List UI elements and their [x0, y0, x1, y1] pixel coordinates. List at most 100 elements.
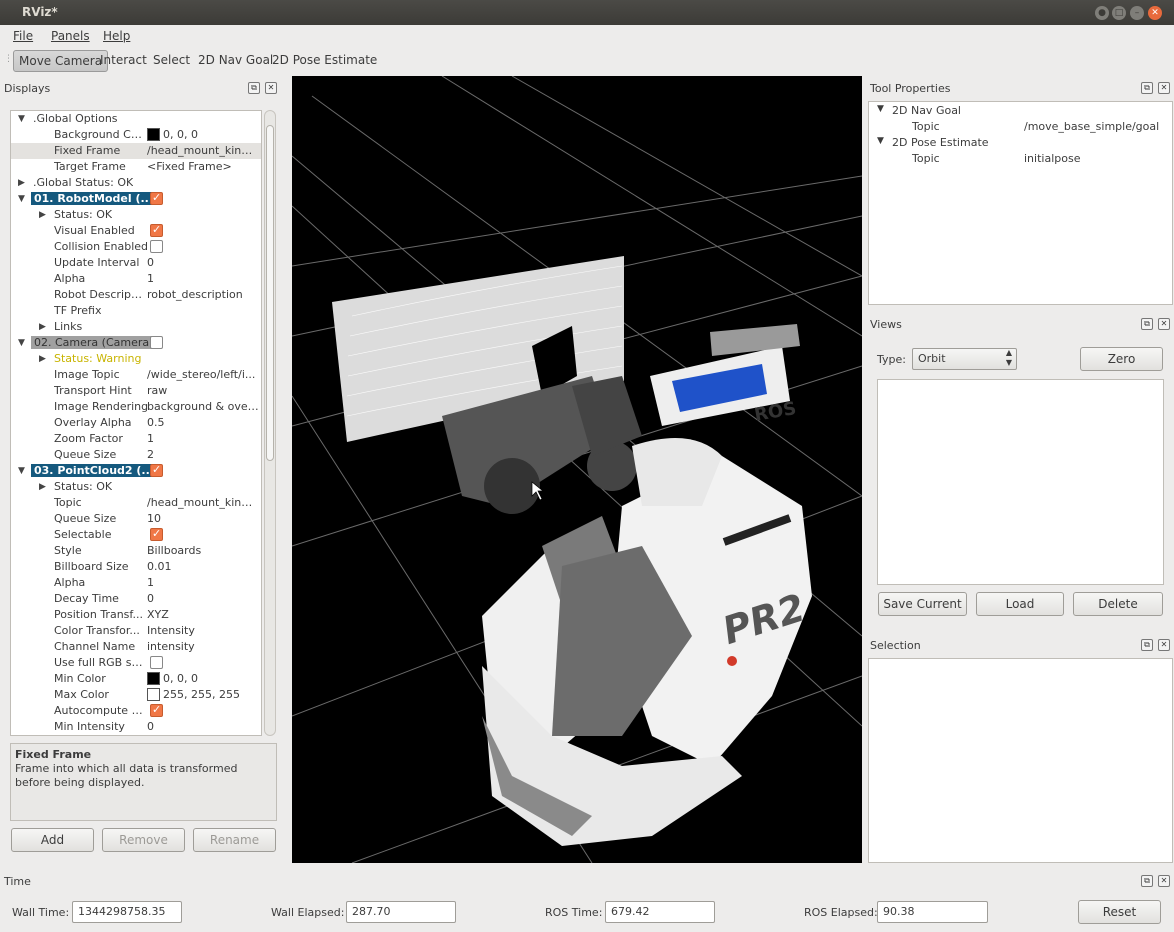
collision-enabled-checkbox[interactable]: [150, 239, 163, 253]
zero-button[interactable]: Zero: [1080, 347, 1163, 371]
tree-row[interactable]: Background Co... 0, 0, 0: [11, 127, 261, 143]
ros-time-field[interactable]: 679.42: [605, 901, 715, 923]
tree-row[interactable]: Queue Size 2: [11, 447, 261, 463]
tool-prop-value[interactable]: /move_base_simple/goal: [1024, 120, 1159, 133]
menu-file[interactable]: File: [13, 29, 33, 43]
tree-row[interactable]: ▼ 03. PointCloud2 (...: [11, 463, 261, 479]
tree-row[interactable]: Min Color 0, 0, 0: [11, 671, 261, 687]
wall-time-field[interactable]: 1344298758.35: [72, 901, 182, 923]
use-full-rgb-checkbox[interactable]: [150, 655, 163, 669]
tree-row[interactable]: ▶ Status: Warning: [11, 351, 261, 367]
tree-row[interactable]: Max Color 255, 255, 255: [11, 687, 261, 703]
tree-row[interactable]: Position Transf... XYZ: [11, 607, 261, 623]
toolbar-grip-icon[interactable]: ⋮: [4, 54, 13, 64]
tree-row[interactable]: Decay Time 0: [11, 591, 261, 607]
tree-row[interactable]: ▼ .Global Options: [11, 111, 261, 127]
tree-row[interactable]: Alpha 1: [11, 575, 261, 591]
tree-row[interactable]: Billboard Size 0.01: [11, 559, 261, 575]
scrollbar-thumb[interactable]: [266, 125, 274, 461]
2d-pose-estimate-button[interactable]: 2D Pose Estimate: [267, 50, 382, 72]
undock-icon[interactable]: ⧉: [1141, 318, 1153, 330]
wall-elapsed-field[interactable]: 287.70: [346, 901, 456, 923]
tree-row[interactable]: Alpha 1: [11, 271, 261, 287]
time-panel-title: Time: [4, 875, 31, 888]
property-description: Fixed Frame Frame into which all data is…: [10, 743, 277, 821]
close-icon[interactable]: ✕: [1148, 6, 1162, 20]
save-current-button[interactable]: Save Current: [878, 592, 967, 616]
tree-row[interactable]: Style Billboards: [11, 543, 261, 559]
tree-row[interactable]: Selectable: [11, 527, 261, 543]
expand-arrow-icon[interactable]: ▼: [877, 104, 884, 114]
robotmodel-enabled-checkbox[interactable]: [150, 191, 163, 206]
move-camera-button[interactable]: Move Camera: [13, 50, 109, 72]
expand-arrow-icon[interactable]: ▼: [877, 136, 884, 146]
load-button[interactable]: Load: [976, 592, 1064, 616]
minimize-icon[interactable]: –: [1130, 6, 1144, 20]
menu-panels[interactable]: Panels: [51, 29, 90, 43]
tree-row[interactable]: Channel Name intensity: [11, 639, 261, 655]
tree-row[interactable]: Target Frame <Fixed Frame>: [11, 159, 261, 175]
camera-enabled-checkbox[interactable]: [150, 335, 163, 349]
menu-help[interactable]: Help: [103, 29, 130, 43]
displays-tree[interactable]: ▼ .Global Options Background Co... 0, 0, 0…: [10, 110, 262, 736]
undock-icon[interactable]: ⧉: [248, 82, 260, 94]
color-swatch[interactable]: [147, 127, 160, 141]
tree-row[interactable]: ▶ Status: OK: [11, 207, 261, 223]
saved-views-list[interactable]: [877, 379, 1164, 585]
menu-bar: File Panels Help: [0, 25, 1174, 47]
tree-row[interactable]: ▶ .Global Status: OK: [11, 175, 261, 191]
tree-row[interactable]: Topic/head_mount_kinec...: [11, 495, 261, 511]
tree-row[interactable]: Collision Enabled: [11, 239, 261, 255]
tree-row[interactable]: ▼ 02. Camera (Camera): [11, 335, 261, 351]
autocompute-checkbox[interactable]: [150, 703, 163, 718]
close-panel-icon[interactable]: ✕: [265, 82, 277, 94]
close-panel-icon[interactable]: ✕: [1158, 875, 1170, 887]
selectable-checkbox[interactable]: [150, 527, 163, 542]
remove-button[interactable]: Remove: [102, 828, 185, 852]
maximize-icon[interactable]: □: [1112, 6, 1126, 20]
tool-prop-value[interactable]: initialpose: [1024, 152, 1080, 165]
close-panel-icon[interactable]: ✕: [1158, 639, 1170, 651]
tree-row[interactable]: Image Rendering background & overlay: [11, 399, 261, 415]
tree-row[interactable]: Fixed Frame/head_mount_kinec...: [11, 143, 261, 159]
tree-row[interactable]: Zoom Factor 1: [11, 431, 261, 447]
tree-row[interactable]: Image Topic/wide_stereo/left/i...: [11, 367, 261, 383]
delete-button[interactable]: Delete: [1073, 592, 1163, 616]
tree-row[interactable]: Update Interval 0: [11, 255, 261, 271]
render-viewport[interactable]: PR2 ROS: [292, 76, 862, 863]
tree-row[interactable]: Robot Descript... robot_description: [11, 287, 261, 303]
2d-nav-goal-button[interactable]: 2D Nav Goal: [193, 50, 278, 72]
tree-row[interactable]: Color Transfor... Intensity: [11, 623, 261, 639]
rename-button[interactable]: Rename: [193, 828, 276, 852]
color-swatch[interactable]: [147, 671, 160, 685]
tree-row[interactable]: ▼ 01. RobotModel (...: [11, 191, 261, 207]
visual-enabled-checkbox[interactable]: [150, 223, 163, 238]
selection-tree[interactable]: [868, 658, 1173, 863]
reset-button[interactable]: Reset: [1078, 900, 1161, 924]
add-button[interactable]: Add: [11, 828, 94, 852]
select-button[interactable]: Select: [148, 50, 195, 72]
tool-properties-tree[interactable]: ▼ 2D Nav Goal Topic /move_base_simple/go…: [868, 101, 1173, 305]
pointcloud-enabled-checkbox[interactable]: [150, 463, 163, 478]
tree-row[interactable]: ▶ Status: OK: [11, 479, 261, 495]
tree-row[interactable]: Queue Size 10: [11, 511, 261, 527]
window-menu-icon[interactable]: ●: [1095, 6, 1109, 20]
color-swatch[interactable]: [147, 687, 160, 701]
undock-icon[interactable]: ⧉: [1141, 639, 1153, 651]
tree-row[interactable]: Min Intensity 0: [11, 719, 261, 735]
view-type-select[interactable]: Orbit ▲ ▼: [912, 348, 1017, 370]
close-panel-icon[interactable]: ✕: [1158, 318, 1170, 330]
tree-row[interactable]: Overlay Alpha 0.5: [11, 415, 261, 431]
tree-row[interactable]: TF Prefix: [11, 303, 261, 319]
tree-row[interactable]: Transport Hint raw: [11, 383, 261, 399]
tree-row[interactable]: Autocompute I...: [11, 703, 261, 719]
close-panel-icon[interactable]: ✕: [1158, 82, 1170, 94]
ros-elapsed-field[interactable]: 90.38: [877, 901, 988, 923]
undock-icon[interactable]: ⧉: [1141, 875, 1153, 887]
undock-icon[interactable]: ⧉: [1141, 82, 1153, 94]
interact-button[interactable]: Interact: [95, 50, 152, 72]
tree-row[interactable]: ▶ Links: [11, 319, 261, 335]
tree-row[interactable]: Use full RGB sp...: [11, 655, 261, 671]
displays-scrollbar[interactable]: [264, 110, 276, 736]
tree-row[interactable]: Visual Enabled: [11, 223, 261, 239]
